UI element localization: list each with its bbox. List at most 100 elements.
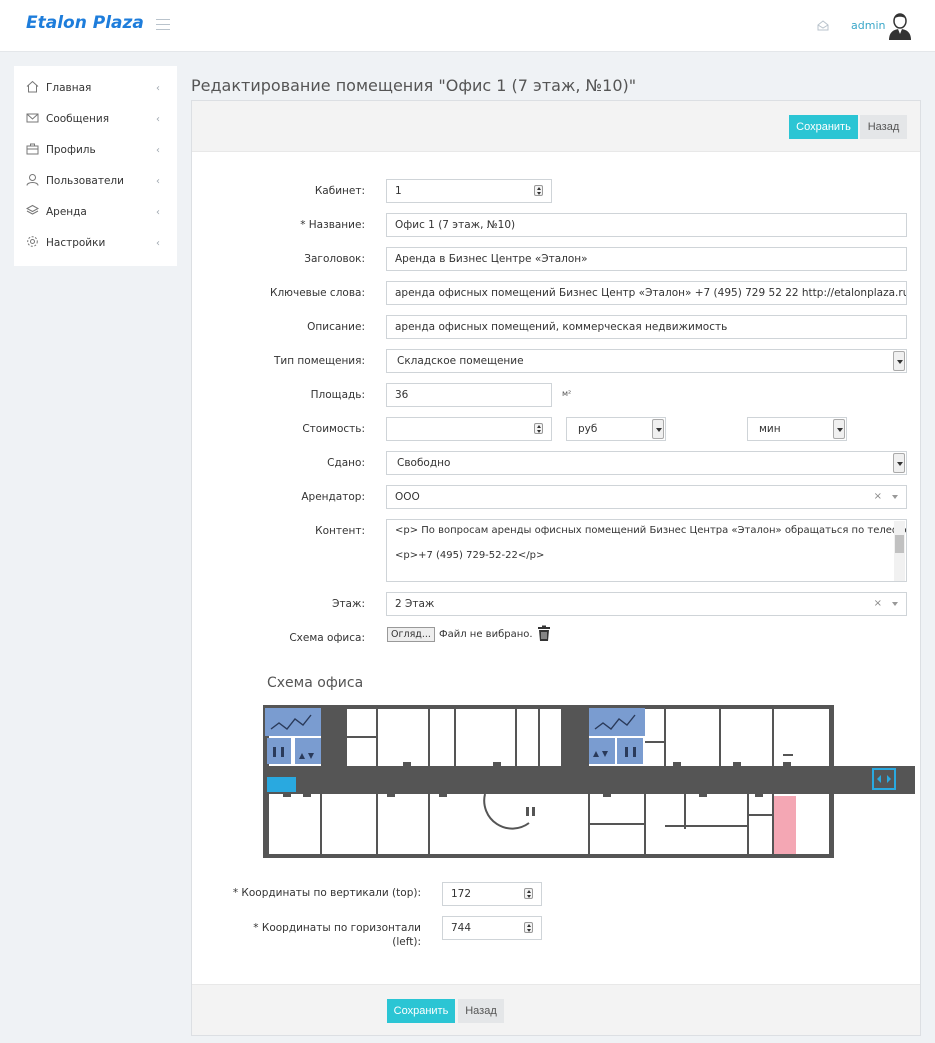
tenant-select[interactable]: ООО × bbox=[386, 485, 907, 509]
content-line: <p>+7 (495) 729-52-22</p> bbox=[395, 550, 545, 561]
chevron-left-icon: ‹ bbox=[156, 83, 160, 94]
left-coord-input[interactable]: 744 bbox=[442, 916, 542, 940]
content-textarea[interactable]: <p> По вопросам аренды офисных помещений… bbox=[386, 519, 907, 582]
chevron-down-icon[interactable] bbox=[652, 419, 664, 439]
floor-plan bbox=[263, 705, 915, 858]
chevron-left-icon: ‹ bbox=[156, 207, 160, 218]
period-value: мин bbox=[759, 423, 781, 435]
clear-icon[interactable]: × bbox=[874, 593, 882, 615]
briefcase-icon bbox=[26, 143, 39, 155]
trash-icon[interactable] bbox=[537, 625, 551, 642]
sidebar-item-label: Главная bbox=[46, 82, 92, 94]
brand-logo[interactable]: Etalon Plaza bbox=[26, 13, 144, 33]
chevron-left-icon: ‹ bbox=[156, 238, 160, 249]
stepper-icon[interactable] bbox=[524, 922, 533, 933]
floor-value: 2 Этаж bbox=[395, 598, 435, 610]
chevron-left-icon: ‹ bbox=[156, 114, 160, 125]
room-type-select[interactable]: Складское помещение bbox=[386, 349, 907, 373]
clear-icon[interactable]: × bbox=[874, 486, 882, 508]
sidebar-item-profile[interactable]: Профиль ‹ bbox=[14, 135, 177, 166]
description-label: Описание: bbox=[307, 321, 365, 333]
name-label: * Название: bbox=[300, 219, 365, 231]
name-input[interactable]: Офис 1 (7 этаж, №10) bbox=[386, 213, 907, 237]
chevron-left-icon: ‹ bbox=[156, 176, 160, 187]
rented-select[interactable]: Свободно bbox=[386, 451, 907, 475]
sidebar-item-settings[interactable]: Настройки ‹ bbox=[14, 228, 177, 259]
avatar-icon[interactable] bbox=[887, 10, 913, 40]
area-input[interactable]: 36 bbox=[386, 383, 552, 407]
chevron-down-icon[interactable] bbox=[893, 351, 905, 371]
menu-toggle-icon[interactable] bbox=[156, 19, 170, 30]
layers-icon bbox=[26, 204, 39, 215]
back-button-bottom[interactable]: Назад bbox=[458, 999, 504, 1023]
tenant-label: Арендатор: bbox=[301, 491, 365, 503]
chevron-down-icon[interactable] bbox=[893, 453, 905, 473]
left-coord-label-line: (left): bbox=[392, 936, 421, 948]
cabinet-value: 1 bbox=[395, 185, 402, 197]
cabinet-label: Кабинет: bbox=[314, 185, 365, 197]
rented-label: Сдано: bbox=[327, 457, 365, 469]
cabinet-input[interactable]: 1 bbox=[386, 179, 552, 203]
user-icon bbox=[26, 174, 39, 186]
description-input[interactable]: аренда офисных помещений, коммерческая н… bbox=[386, 315, 907, 339]
keywords-input[interactable]: аренда офисных помещений Бизнес Центр «Э… bbox=[386, 281, 907, 305]
sidebar-item-label: Профиль bbox=[46, 144, 96, 156]
card-toolbar-bottom: Сохранить Назад bbox=[192, 984, 920, 1035]
sidebar-item-label: Сообщения bbox=[46, 113, 110, 125]
page-title: Редактирование помещения "Офис 1 (7 этаж… bbox=[191, 76, 637, 95]
mail-icon[interactable] bbox=[817, 20, 829, 31]
left-coord-label-line: * Координаты по горизонтали bbox=[253, 922, 421, 934]
file-status: Файл не вибрано. bbox=[439, 629, 533, 640]
chevron-down-icon[interactable] bbox=[892, 602, 898, 606]
period-select[interactable]: мин bbox=[747, 417, 847, 441]
heading-input[interactable]: Аренда в Бизнес Центре «Эталон» bbox=[386, 247, 907, 271]
sidebar-item-messages[interactable]: Сообщения ‹ bbox=[14, 104, 177, 135]
sidebar-item-users[interactable]: Пользователи ‹ bbox=[14, 166, 177, 197]
browse-file-button[interactable]: Огляд... bbox=[387, 627, 435, 642]
top-bar: Etalon Plaza admin bbox=[0, 0, 935, 52]
floor-select[interactable]: 2 Этаж × bbox=[386, 592, 907, 616]
sidebar-item-label: Настройки bbox=[46, 237, 106, 249]
sidebar: Главная ‹ Сообщения ‹ Профиль ‹ Пользова… bbox=[14, 66, 177, 266]
room-type-value: Складское помещение bbox=[397, 355, 524, 367]
sidebar-item-label: Аренда bbox=[46, 206, 87, 218]
home-icon bbox=[26, 80, 39, 93]
room-type-label: Тип помещения: bbox=[273, 355, 365, 367]
save-button-bottom[interactable]: Сохранить bbox=[387, 999, 455, 1023]
heading-label: Заголовок: bbox=[304, 253, 365, 265]
stepper-icon[interactable] bbox=[534, 423, 543, 434]
top-coord-input[interactable]: 172 bbox=[442, 882, 542, 906]
area-unit: м² bbox=[562, 389, 572, 398]
stepper-icon[interactable] bbox=[534, 185, 543, 196]
content-line: <p> По вопросам аренды офисных помещений… bbox=[395, 525, 907, 536]
stepper-icon[interactable] bbox=[524, 888, 533, 899]
scheme-label: Схема офиса: bbox=[289, 632, 365, 644]
sidebar-item-rent[interactable]: Аренда ‹ bbox=[14, 197, 177, 228]
keywords-label: Ключевые слова: bbox=[269, 287, 365, 299]
schema-title: Схема офиса bbox=[267, 675, 364, 691]
sidebar-item-label: Пользователи bbox=[46, 175, 124, 187]
top-coord-value: 172 bbox=[451, 888, 472, 900]
floor-label: Этаж: bbox=[332, 598, 365, 610]
tenant-value: ООО bbox=[395, 491, 420, 503]
scrollbar[interactable] bbox=[894, 521, 905, 581]
currency-select[interactable]: руб bbox=[566, 417, 666, 441]
cost-input[interactable] bbox=[386, 417, 552, 441]
left-coord-label: * Координаты по горизонтали (left): bbox=[221, 921, 421, 949]
left-coord-value: 744 bbox=[451, 922, 472, 934]
top-coord-label: * Координаты по вертикали (top): bbox=[232, 887, 421, 899]
gear-icon bbox=[27, 236, 38, 247]
chevron-down-icon[interactable] bbox=[892, 495, 898, 499]
save-button-top[interactable]: Сохранить bbox=[789, 115, 858, 139]
chevron-down-icon[interactable] bbox=[833, 419, 845, 439]
chevron-left-icon: ‹ bbox=[156, 145, 160, 156]
cost-label: Стоимость: bbox=[302, 423, 365, 435]
sidebar-item-home[interactable]: Главная ‹ bbox=[14, 73, 177, 104]
rented-value: Свободно bbox=[397, 457, 451, 469]
content-label: Контент: bbox=[315, 525, 365, 537]
currency-value: руб bbox=[578, 423, 598, 435]
back-button-top[interactable]: Назад bbox=[860, 115, 907, 139]
card-toolbar-top: Сохранить Назад bbox=[192, 101, 920, 152]
area-label: Площадь: bbox=[310, 389, 365, 401]
user-name[interactable]: admin bbox=[851, 19, 885, 32]
